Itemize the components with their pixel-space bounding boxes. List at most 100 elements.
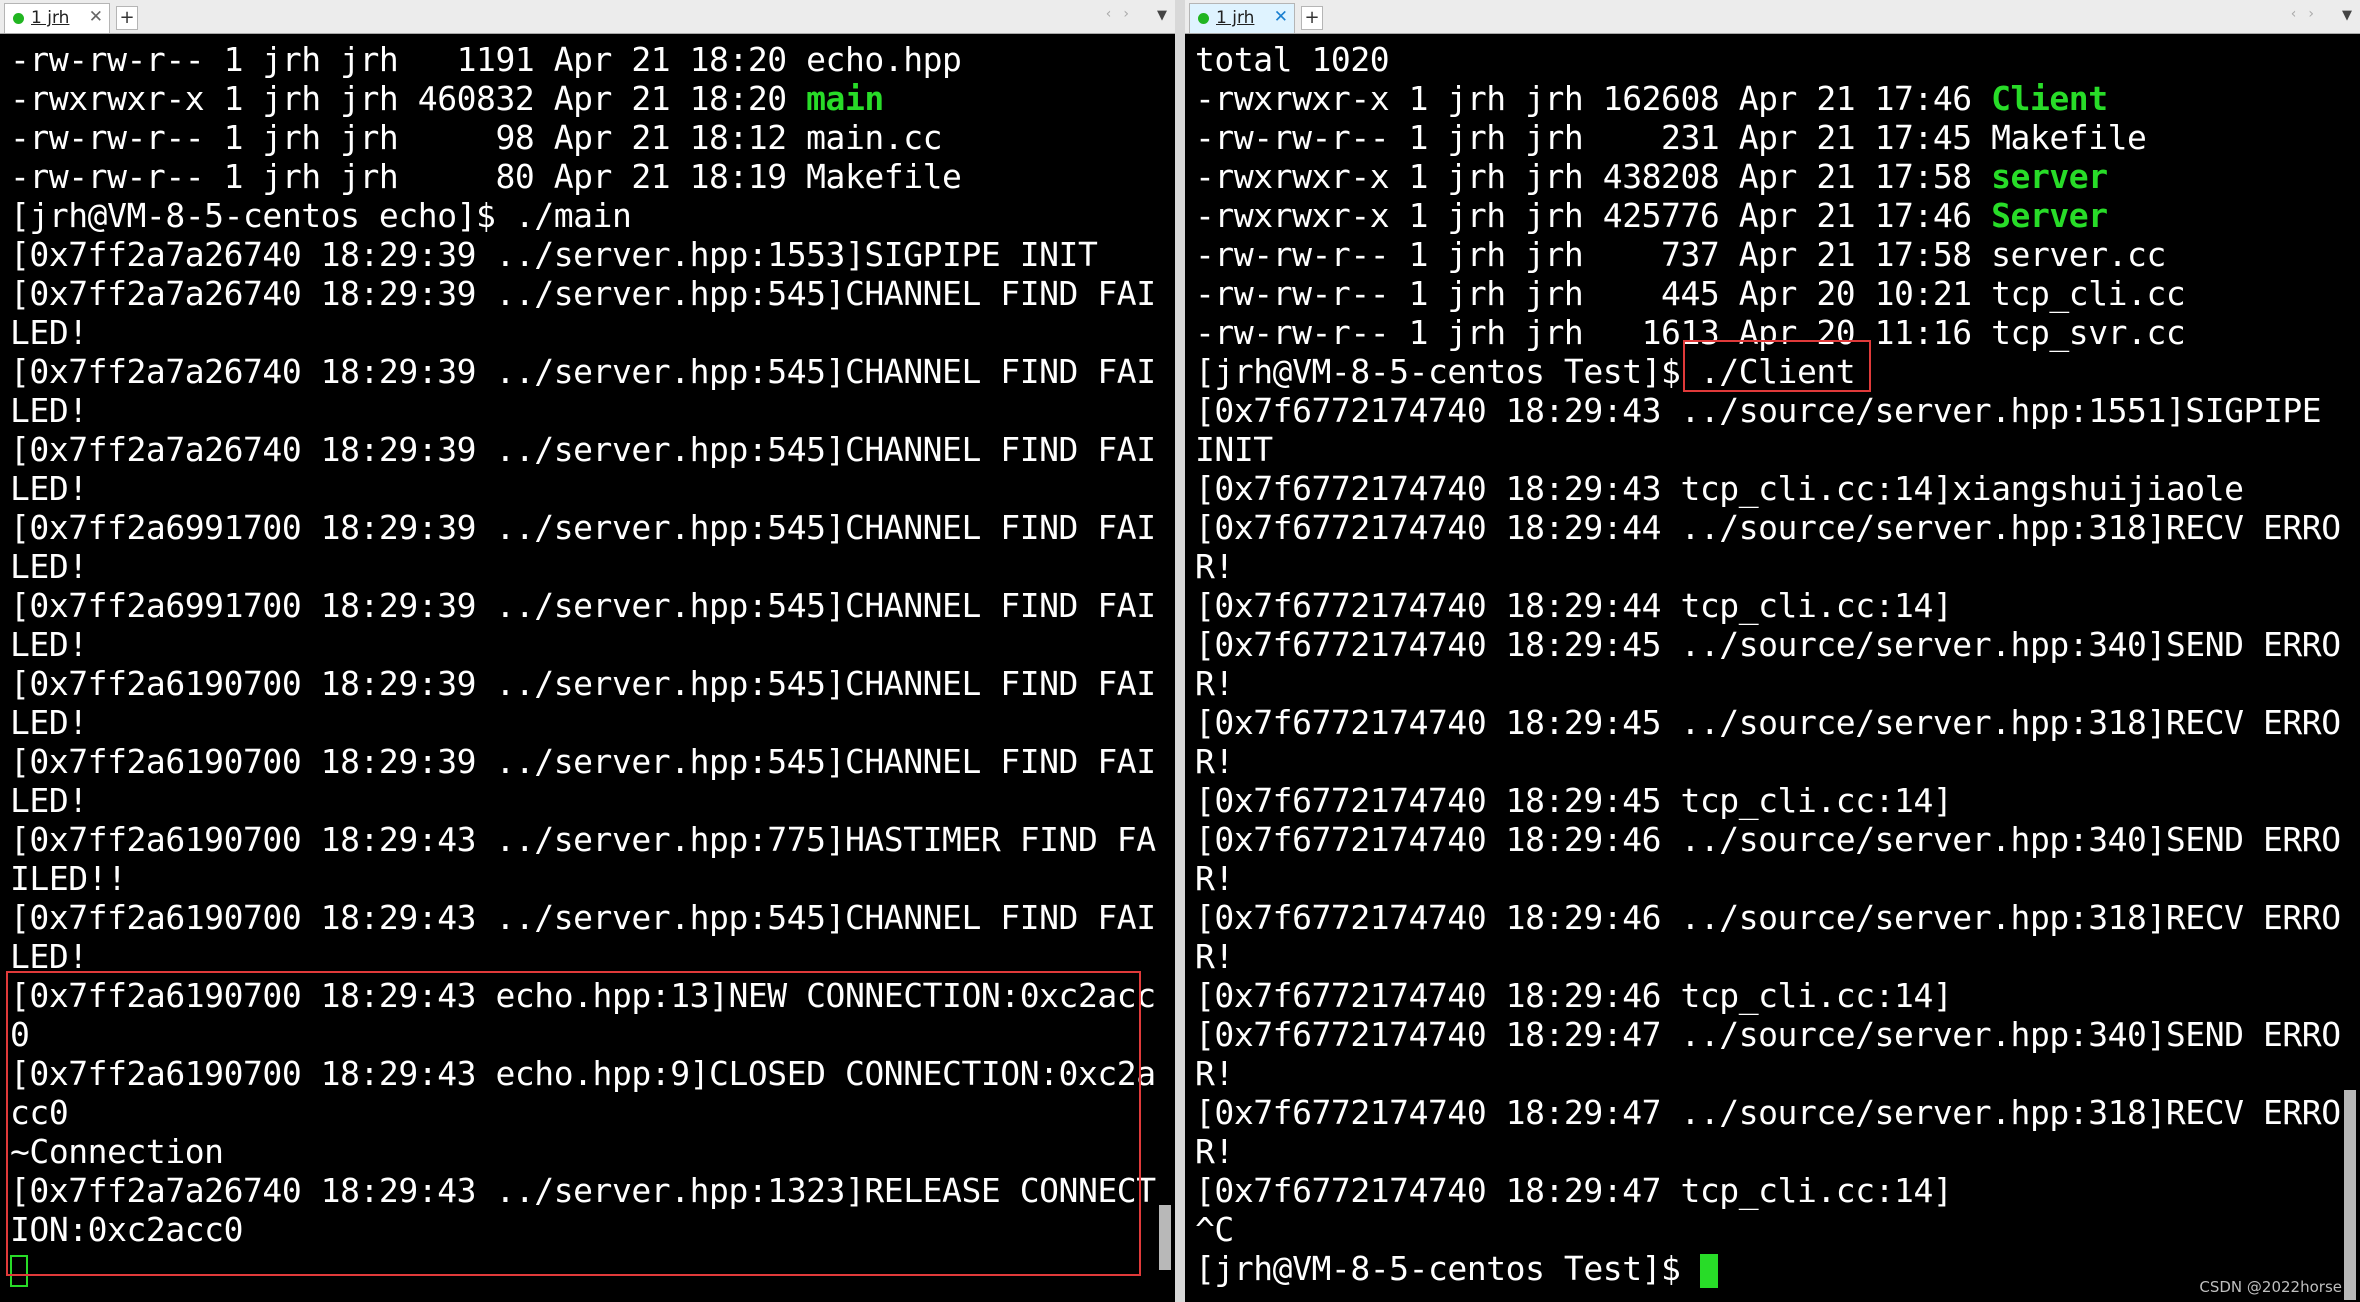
tab-nav-arrows-icon[interactable]: ‹› <box>1106 6 1141 22</box>
line-text: -rw-rw-r-- 1 jrh jrh 231 Apr 21 17:45 Ma… <box>1195 118 2147 157</box>
tab-bar: 1 jrh ✕ + ‹› ▼ <box>0 0 1175 34</box>
terminal-line: [0x7f6772174740 18:29:43 ../source/serve… <box>1195 391 2325 430</box>
line-text: total 1020 <box>1195 40 1390 79</box>
line-text: [0x7f6772174740 18:29:43 ../source/serve… <box>1195 391 2322 430</box>
tab-session[interactable]: 1 jrh ✕ <box>1189 3 1295 33</box>
pane-divider[interactable] <box>1175 0 1185 1302</box>
scrollbar[interactable] <box>2343 40 2357 1300</box>
scrollbar-thumb[interactable] <box>1159 1205 1171 1270</box>
terminal-line: [0x7f6772174740 18:29:47 tcp_cli.cc:14] <box>1195 1171 2325 1210</box>
line-text: [0x7ff2a7a26740 18:29:39 ../server.hpp:1… <box>10 235 1098 274</box>
line-text: -rw-rw-r-- 1 jrh jrh 98 Apr 21 18:12 mai… <box>10 118 943 157</box>
executable-filename: main <box>806 79 884 118</box>
line-text: LED! <box>10 781 88 820</box>
new-tab-button[interactable]: + <box>1301 6 1323 30</box>
terminal-line: [jrh@VM-8-5-centos Test]$ <box>1195 1249 2325 1288</box>
line-text: R! <box>1195 547 1234 586</box>
terminal-line: [0x7f6772174740 18:29:46 tcp_cli.cc:14] <box>1195 976 2325 1015</box>
line-text: -rw-rw-r-- 1 jrh jrh 445 Apr 20 10:21 tc… <box>1195 274 2186 313</box>
line-text: [0x7f6772174740 18:29:47 ../source/serve… <box>1195 1093 2341 1132</box>
line-text: INIT <box>1195 430 1273 469</box>
terminal-line: R! <box>1195 664 2325 703</box>
highlight-box <box>1683 340 1871 392</box>
terminal-line: [0x7ff2a6190700 18:29:43 ../server.hpp:5… <box>10 898 1156 937</box>
terminal-line: -rwxrwxr-x 1 jrh jrh 438208 Apr 21 17:58… <box>1195 157 2325 196</box>
executable-filename: Client <box>1991 79 2108 118</box>
line-text: R! <box>1195 664 1234 703</box>
tab-session[interactable]: 1 jrh ✕ <box>4 3 110 33</box>
terminal-line: LED! <box>10 625 1140 664</box>
terminal-line: [0x7ff2a7a26740 18:29:39 ../server.hpp:5… <box>10 352 1156 391</box>
terminal-line: [0x7ff2a6991700 18:29:39 ../server.hpp:5… <box>10 586 1156 625</box>
terminal-line: -rwxrwxr-x 1 jrh jrh 162608 Apr 21 17:46… <box>1195 79 2325 118</box>
terminal-line: R! <box>1195 547 2325 586</box>
terminal-line: -rw-rw-r-- 1 jrh jrh 231 Apr 21 17:45 Ma… <box>1195 118 2325 157</box>
line-text: [0x7f6772174740 18:29:46 ../source/serve… <box>1195 898 2341 937</box>
terminal-line: LED! <box>10 547 1140 586</box>
line-text: R! <box>1195 859 1234 898</box>
terminal-line: [0x7f6772174740 18:29:44 tcp_cli.cc:14] <box>1195 586 2325 625</box>
terminal-line: LED! <box>10 391 1140 430</box>
line-text: -rwxrwxr-x 1 jrh jrh 162608 Apr 21 17:46 <box>1195 79 1992 118</box>
line-text: [0x7f6772174740 18:29:47 ../source/serve… <box>1195 1015 2341 1054</box>
line-text: LED! <box>10 313 88 352</box>
terminal-line: [0x7ff2a6190700 18:29:43 ../server.hpp:7… <box>10 820 1156 859</box>
terminal-line: [0x7ff2a7a26740 18:29:39 ../server.hpp:1… <box>10 235 1140 274</box>
terminal-line: -rw-rw-r-- 1 jrh jrh 445 Apr 20 10:21 tc… <box>1195 274 2325 313</box>
line-text: [0x7ff2a7a26740 18:29:39 ../server.hpp:5… <box>10 352 1156 391</box>
terminal-line: [0x7f6772174740 18:29:44 ../source/serve… <box>1195 508 2341 547</box>
terminal-line: -rw-rw-r-- 1 jrh jrh 98 Apr 21 18:12 mai… <box>10 118 1140 157</box>
line-text: -rw-rw-r-- 1 jrh jrh 1191 Apr 21 18:20 e… <box>10 40 962 79</box>
terminal-line: [jrh@VM-8-5-centos echo]$ ./main <box>10 196 1140 235</box>
terminal-line: [0x7f6772174740 18:29:46 ../source/serve… <box>1195 898 2341 937</box>
terminal-line: -rw-rw-r-- 1 jrh jrh 80 Apr 21 18:19 Mak… <box>10 157 1140 196</box>
line-text: [0x7f6772174740 18:29:43 tcp_cli.cc:14]x… <box>1195 469 2244 508</box>
terminal-line: [0x7ff2a6190700 18:29:39 ../server.hpp:5… <box>10 742 1156 781</box>
terminal-output[interactable]: total 1020 -rwxrwxr-x 1 jrh jrh 162608 Ap… <box>1195 40 2341 1288</box>
terminal-line: [0x7ff2a6991700 18:29:39 ../server.hpp:5… <box>10 508 1156 547</box>
line-text: [0x7f6772174740 18:29:44 tcp_cli.cc:14] <box>1195 586 1953 625</box>
status-dot-icon <box>1198 13 1209 24</box>
line-text: -rw-rw-r-- 1 jrh jrh 80 Apr 21 18:19 Mak… <box>10 157 962 196</box>
tab-bar: 1 jrh ✕ + ‹› ▼ <box>1185 0 2360 34</box>
terminal-line: ^C <box>1195 1210 2325 1249</box>
terminal-line: [0x7f6772174740 18:29:46 ../source/serve… <box>1195 820 2341 859</box>
terminal-line: LED! <box>10 469 1140 508</box>
line-text: [0x7ff2a7a26740 18:29:39 ../server.hpp:5… <box>10 274 1156 313</box>
close-icon[interactable]: ✕ <box>89 7 103 27</box>
terminal-line: [0x7f6772174740 18:29:47 ../source/serve… <box>1195 1015 2341 1054</box>
tab-menu-icon[interactable]: ▼ <box>1157 8 1167 23</box>
cursor-icon <box>1699 1253 1718 1288</box>
tab-nav-arrows-icon[interactable]: ‹› <box>2291 6 2326 22</box>
line-text: LED! <box>10 469 88 508</box>
terminal-line: R! <box>1195 859 2325 898</box>
scrollbar-thumb[interactable] <box>2344 1090 2356 1300</box>
terminal-line: -rwxrwxr-x 1 jrh jrh 460832 Apr 21 18:20… <box>10 79 1140 118</box>
executable-filename: Server <box>1991 196 2108 235</box>
left-terminal-pane[interactable]: 1 jrh ✕ + ‹› ▼ -rw-rw-r-- 1 jrh jrh 1191… <box>0 0 1175 1302</box>
terminal-line: [0x7f6772174740 18:29:47 ../source/serve… <box>1195 1093 2341 1132</box>
right-terminal-pane[interactable]: 1 jrh ✕ + ‹› ▼ total 1020 -rwxrwxr-x 1 jr… <box>1185 0 2360 1302</box>
line-text: [0x7f6772174740 18:29:45 ../source/serve… <box>1195 703 2341 742</box>
line-text: LED! <box>10 625 88 664</box>
new-tab-button[interactable]: + <box>116 6 138 30</box>
terminal-line: INIT <box>1195 430 2325 469</box>
line-text: LED! <box>10 547 88 586</box>
scrollbar[interactable] <box>1158 40 1172 1295</box>
close-icon[interactable]: ✕ <box>1274 7 1288 27</box>
terminal-line: [0x7ff2a7a26740 18:29:39 ../server.hpp:5… <box>10 274 1156 313</box>
line-text: [0x7ff2a6190700 18:29:39 ../server.hpp:5… <box>10 664 1156 703</box>
terminal-line: [0x7ff2a7a26740 18:29:39 ../server.hpp:5… <box>10 430 1156 469</box>
line-text: ^C <box>1195 1210 1234 1249</box>
line-text: LED! <box>10 703 88 742</box>
line-text: R! <box>1195 937 1234 976</box>
line-text: R! <box>1195 1132 1234 1171</box>
line-text: -rw-rw-r-- 1 jrh jrh 737 Apr 21 17:58 se… <box>1195 235 2166 274</box>
line-text: LED! <box>10 391 88 430</box>
terminal-line: [0x7f6772174740 18:29:45 tcp_cli.cc:14] <box>1195 781 2325 820</box>
line-text: [0x7f6772174740 18:29:46 ../source/serve… <box>1195 820 2341 859</box>
terminal-line: LED! <box>10 313 1140 352</box>
terminal-line: -rw-rw-r-- 1 jrh jrh 1191 Apr 21 18:20 e… <box>10 40 1140 79</box>
line-text: ILED!! <box>10 859 127 898</box>
tab-menu-icon[interactable]: ▼ <box>2342 8 2352 23</box>
